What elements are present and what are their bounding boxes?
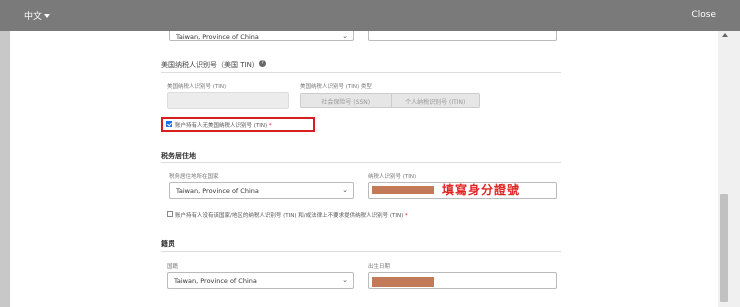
nationality-value: Taiwan, Province of China <box>174 277 257 285</box>
nationality-select[interactable]: Taiwan, Province of China ⌄ <box>167 272 354 289</box>
tax-country-select[interactable]: Taiwan, Province of China ⌄ <box>169 182 354 199</box>
nationality-label: 国籍 <box>167 264 179 270</box>
help-icon[interactable]: ? <box>259 60 266 67</box>
tin-annotation: 填寫身分證號 <box>442 183 521 197</box>
caret-down-icon[interactable] <box>44 14 50 18</box>
us-tin-input[interactable] <box>167 92 289 109</box>
form-page: Taiwan, Province of China ⌄ 美国纳税人识别号（美国 … <box>10 31 718 307</box>
scrollbar[interactable] <box>718 31 740 307</box>
language-selector[interactable]: 中文 <box>24 9 42 22</box>
no-tax-tin-label: 账户持有人没有该国家/地区的纳税人识别号 (TIN) 和/或法律上不要求提供纳税… <box>175 213 408 219</box>
chevron-down-icon: ⌄ <box>342 186 348 194</box>
modal-topbar: 中文 Close <box>0 0 740 31</box>
redacted-dob <box>372 277 434 287</box>
tax-residence-divider <box>161 162 561 163</box>
citizenship-divider <box>161 251 561 252</box>
scrollbar-thumb[interactable] <box>720 194 728 302</box>
redacted-tin <box>372 186 434 194</box>
no-tax-tin-checkbox[interactable] <box>167 211 173 217</box>
us-tin-type-toggle[interactable]: 社会保险号 (SSN) 个人纳税识别号 (ITIN) <box>300 93 480 108</box>
no-us-tin-label: 账户持有人无美国纳税人识别号 (TIN) * <box>175 123 272 129</box>
us-tin-divider <box>161 72 561 73</box>
tax-country-value: Taiwan, Province of China <box>176 187 259 195</box>
us-tin-type-label: 美国纳税人识别号 (TIN) 类型 <box>300 84 372 90</box>
close-button[interactable]: Close <box>691 10 716 20</box>
citizenship-title: 籍贯 <box>161 240 175 248</box>
itin-option[interactable]: 个人纳税识别号 (ITIN) <box>390 94 479 107</box>
tax-country-label: 税务居住地所在国家 <box>169 174 219 180</box>
previous-country-value: Taiwan, Province of China <box>176 33 259 41</box>
previous-country-select[interactable]: Taiwan, Province of China ⌄ <box>169 31 354 41</box>
scroll-up-arrow-icon[interactable] <box>722 33 728 37</box>
tax-tin-label: 纳税人识别号 (TIN) <box>368 174 417 180</box>
no-us-tin-checkbox[interactable] <box>166 121 172 127</box>
chevron-down-icon: ⌄ <box>342 276 348 284</box>
modal-left-edge <box>0 31 10 307</box>
dob-label: 出生日期 <box>368 264 391 270</box>
tax-residence-title: 税务居住地 <box>161 152 196 160</box>
us-tin-label: 美国纳税人识别号 (TIN) <box>167 84 227 90</box>
us-tin-section-title: 美国纳税人识别号（美国 TIN） <box>161 61 259 69</box>
previous-text-input[interactable] <box>368 31 557 41</box>
ssn-option[interactable]: 社会保险号 (SSN) <box>301 94 391 107</box>
chevron-down-icon: ⌄ <box>342 32 348 40</box>
